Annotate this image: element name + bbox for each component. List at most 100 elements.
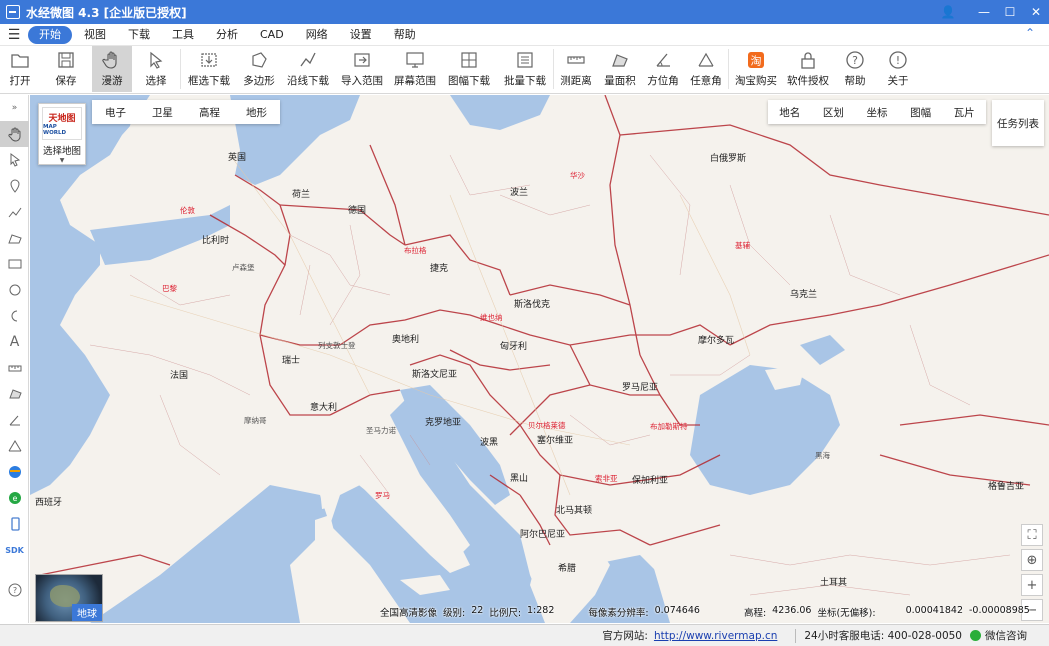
layer-sheet[interactable]: 图幅 — [910, 105, 931, 120]
measure-distance-button[interactable]: 测距离 — [554, 46, 598, 92]
map-type-electronic[interactable]: 电子 — [105, 105, 126, 120]
map-label-romania: 罗马尼亚 — [622, 383, 659, 393]
box-download-button[interactable]: 框选下载 — [181, 46, 237, 92]
menu-download[interactable]: 下载 — [118, 26, 160, 44]
map-label-black-sea: 黑海 — [815, 451, 830, 460]
layer-division[interactable]: 区划 — [823, 105, 844, 120]
menu-cad[interactable]: CAD — [250, 26, 294, 44]
save-button[interactable]: 保存 — [40, 46, 92, 92]
sdk-icon[interactable]: SDK — [0, 537, 29, 563]
import-range-button[interactable]: 导入范围 — [335, 46, 389, 92]
line-tool-icon[interactable] — [0, 199, 29, 225]
map-label-greece: 希腊 — [558, 564, 577, 574]
app-logo-icon — [6, 5, 20, 19]
angle-tool-icon[interactable] — [0, 433, 29, 459]
globe-color-icon[interactable] — [0, 459, 29, 485]
pan-tool-icon[interactable] — [0, 121, 29, 147]
area-measure-tool-icon[interactable] — [0, 381, 29, 407]
fullscreen-icon[interactable]: ⛶ — [1021, 524, 1043, 546]
locate-icon[interactable]: ⊕ — [1021, 549, 1043, 571]
azimuth-icon — [653, 50, 673, 70]
map-label-netherlands: 荷兰 — [292, 190, 311, 200]
hamburger-menu-icon[interactable]: ☰ — [0, 27, 28, 43]
select-map-panel[interactable]: 天地图 MAP WORLD 选择地图 ▼ — [38, 103, 86, 165]
user-icon[interactable]: 👤 — [935, 0, 961, 24]
pan-button[interactable]: 漫游 — [92, 46, 132, 92]
any-angle-button[interactable]: 任意角 — [684, 46, 728, 92]
area-tool-icon[interactable] — [0, 225, 29, 251]
line-download-button[interactable]: 沿线下载 — [281, 46, 335, 92]
help-button[interactable]: ? 帮助 — [833, 46, 877, 92]
open-button[interactable]: 打开 — [0, 46, 40, 92]
box-download-icon — [199, 50, 219, 70]
azimuth-tool-icon[interactable] — [0, 407, 29, 433]
globe-toggle[interactable]: 地球 — [35, 574, 103, 622]
globe-label: 地球 — [72, 604, 102, 621]
maximize-button[interactable]: ☐ — [997, 0, 1023, 24]
question-icon: ? — [845, 50, 865, 70]
frame-download-button[interactable]: 图幅下载 — [441, 46, 497, 92]
map-label-london: 伦敦 — [180, 206, 195, 215]
close-button[interactable]: ✕ — [1023, 0, 1049, 24]
text-tool-icon[interactable]: A — [0, 329, 29, 355]
map-label-ukraine: 乌克兰 — [790, 290, 818, 300]
svg-text:e: e — [12, 494, 17, 503]
screen-range-button[interactable]: 屏幕范围 — [389, 46, 441, 92]
caret-down-icon: ▼ — [59, 157, 65, 164]
marker-tool-icon[interactable] — [0, 173, 29, 199]
circle-tool-icon[interactable] — [0, 277, 29, 303]
info-icon: ! — [888, 50, 908, 70]
grid-icon — [459, 50, 479, 70]
status-bar: 官方网站: http://www.rivermap.cn 24小时客服电话: 4… — [0, 624, 1049, 646]
task-list-button[interactable]: 任务列表 — [992, 100, 1044, 146]
green-app-icon[interactable]: e — [0, 485, 29, 511]
map-label-rome: 罗马 — [375, 491, 390, 500]
map-label-croatia: 克罗地亚 — [425, 418, 462, 428]
license-button[interactable]: 软件授权 — [783, 46, 833, 92]
menu-help[interactable]: 帮助 — [384, 26, 426, 44]
layer-tile[interactable]: 瓦片 — [954, 105, 975, 120]
menu-start[interactable]: 开始 — [28, 25, 72, 44]
azimuth-button[interactable]: 方位角 — [642, 46, 684, 92]
map-type-terrain[interactable]: 地形 — [246, 105, 267, 120]
map-type-satellite[interactable]: 卫星 — [152, 105, 173, 120]
menu-tools[interactable]: 工具 — [162, 26, 204, 44]
info-scale-label: 比例尺: — [489, 608, 522, 619]
crescent-tool-icon[interactable] — [0, 303, 29, 329]
info-elevation: 4236.06 — [772, 605, 812, 616]
select-button[interactable]: 选择 — [132, 46, 180, 92]
menu-view[interactable]: 视图 — [74, 26, 116, 44]
tianditu-logo: 天地图 MAP WORLD — [42, 107, 82, 140]
zoom-in-button[interactable]: + — [1021, 574, 1043, 596]
rectangle-tool-icon[interactable] — [0, 251, 29, 277]
wechat-consult[interactable]: 微信咨询 — [970, 628, 1027, 643]
taobao-buy-button[interactable]: 淘 淘宝购买 — [729, 46, 783, 92]
map-label-hungary: 匈牙利 — [500, 342, 528, 352]
map-label-bucharest: 布加勒斯特 — [650, 422, 688, 431]
svg-text:!: ! — [896, 54, 900, 67]
map-canvas[interactable]: 英国 伦敦 荷兰 比利时 卢森堡 德国 法国 巴黎 瑞士 列支敦士登 捷克 布拉… — [30, 95, 1049, 623]
menu-settings[interactable]: 设置 — [340, 26, 382, 44]
measure-tool-icon[interactable] — [0, 355, 29, 381]
about-button[interactable]: ! 关于 — [877, 46, 919, 92]
menu-network[interactable]: 网络 — [296, 26, 338, 44]
measure-area-button[interactable]: 量面积 — [598, 46, 642, 92]
title-bar: 水经微图 4.3 [企业版已授权] 👤 — ☐ ✕ — [0, 0, 1049, 24]
map-label-austria: 奥地利 — [392, 335, 420, 345]
mobile-icon[interactable] — [0, 511, 29, 537]
layer-coordinate[interactable]: 坐标 — [866, 105, 887, 120]
select-tool-icon[interactable] — [0, 147, 29, 173]
collapse-ribbon-icon[interactable]: ⌃ — [1025, 26, 1035, 40]
question-circle-icon[interactable]: ? — [0, 577, 29, 603]
svg-text:?: ? — [852, 54, 858, 67]
map-label-macedonia: 北马其顿 — [556, 506, 593, 516]
minimize-button[interactable]: — — [971, 0, 997, 24]
expand-panel-icon[interactable]: » — [0, 95, 29, 121]
map-label-belgium: 比利时 — [202, 236, 230, 246]
menu-analysis[interactable]: 分析 — [206, 26, 248, 44]
map-type-elevation[interactable]: 高程 — [199, 105, 220, 120]
batch-download-button[interactable]: 批量下载 — [497, 46, 553, 92]
polygon-button[interactable]: 多边形 — [237, 46, 281, 92]
layer-placename[interactable]: 地名 — [779, 105, 800, 120]
website-link[interactable]: http://www.rivermap.cn — [654, 630, 777, 642]
